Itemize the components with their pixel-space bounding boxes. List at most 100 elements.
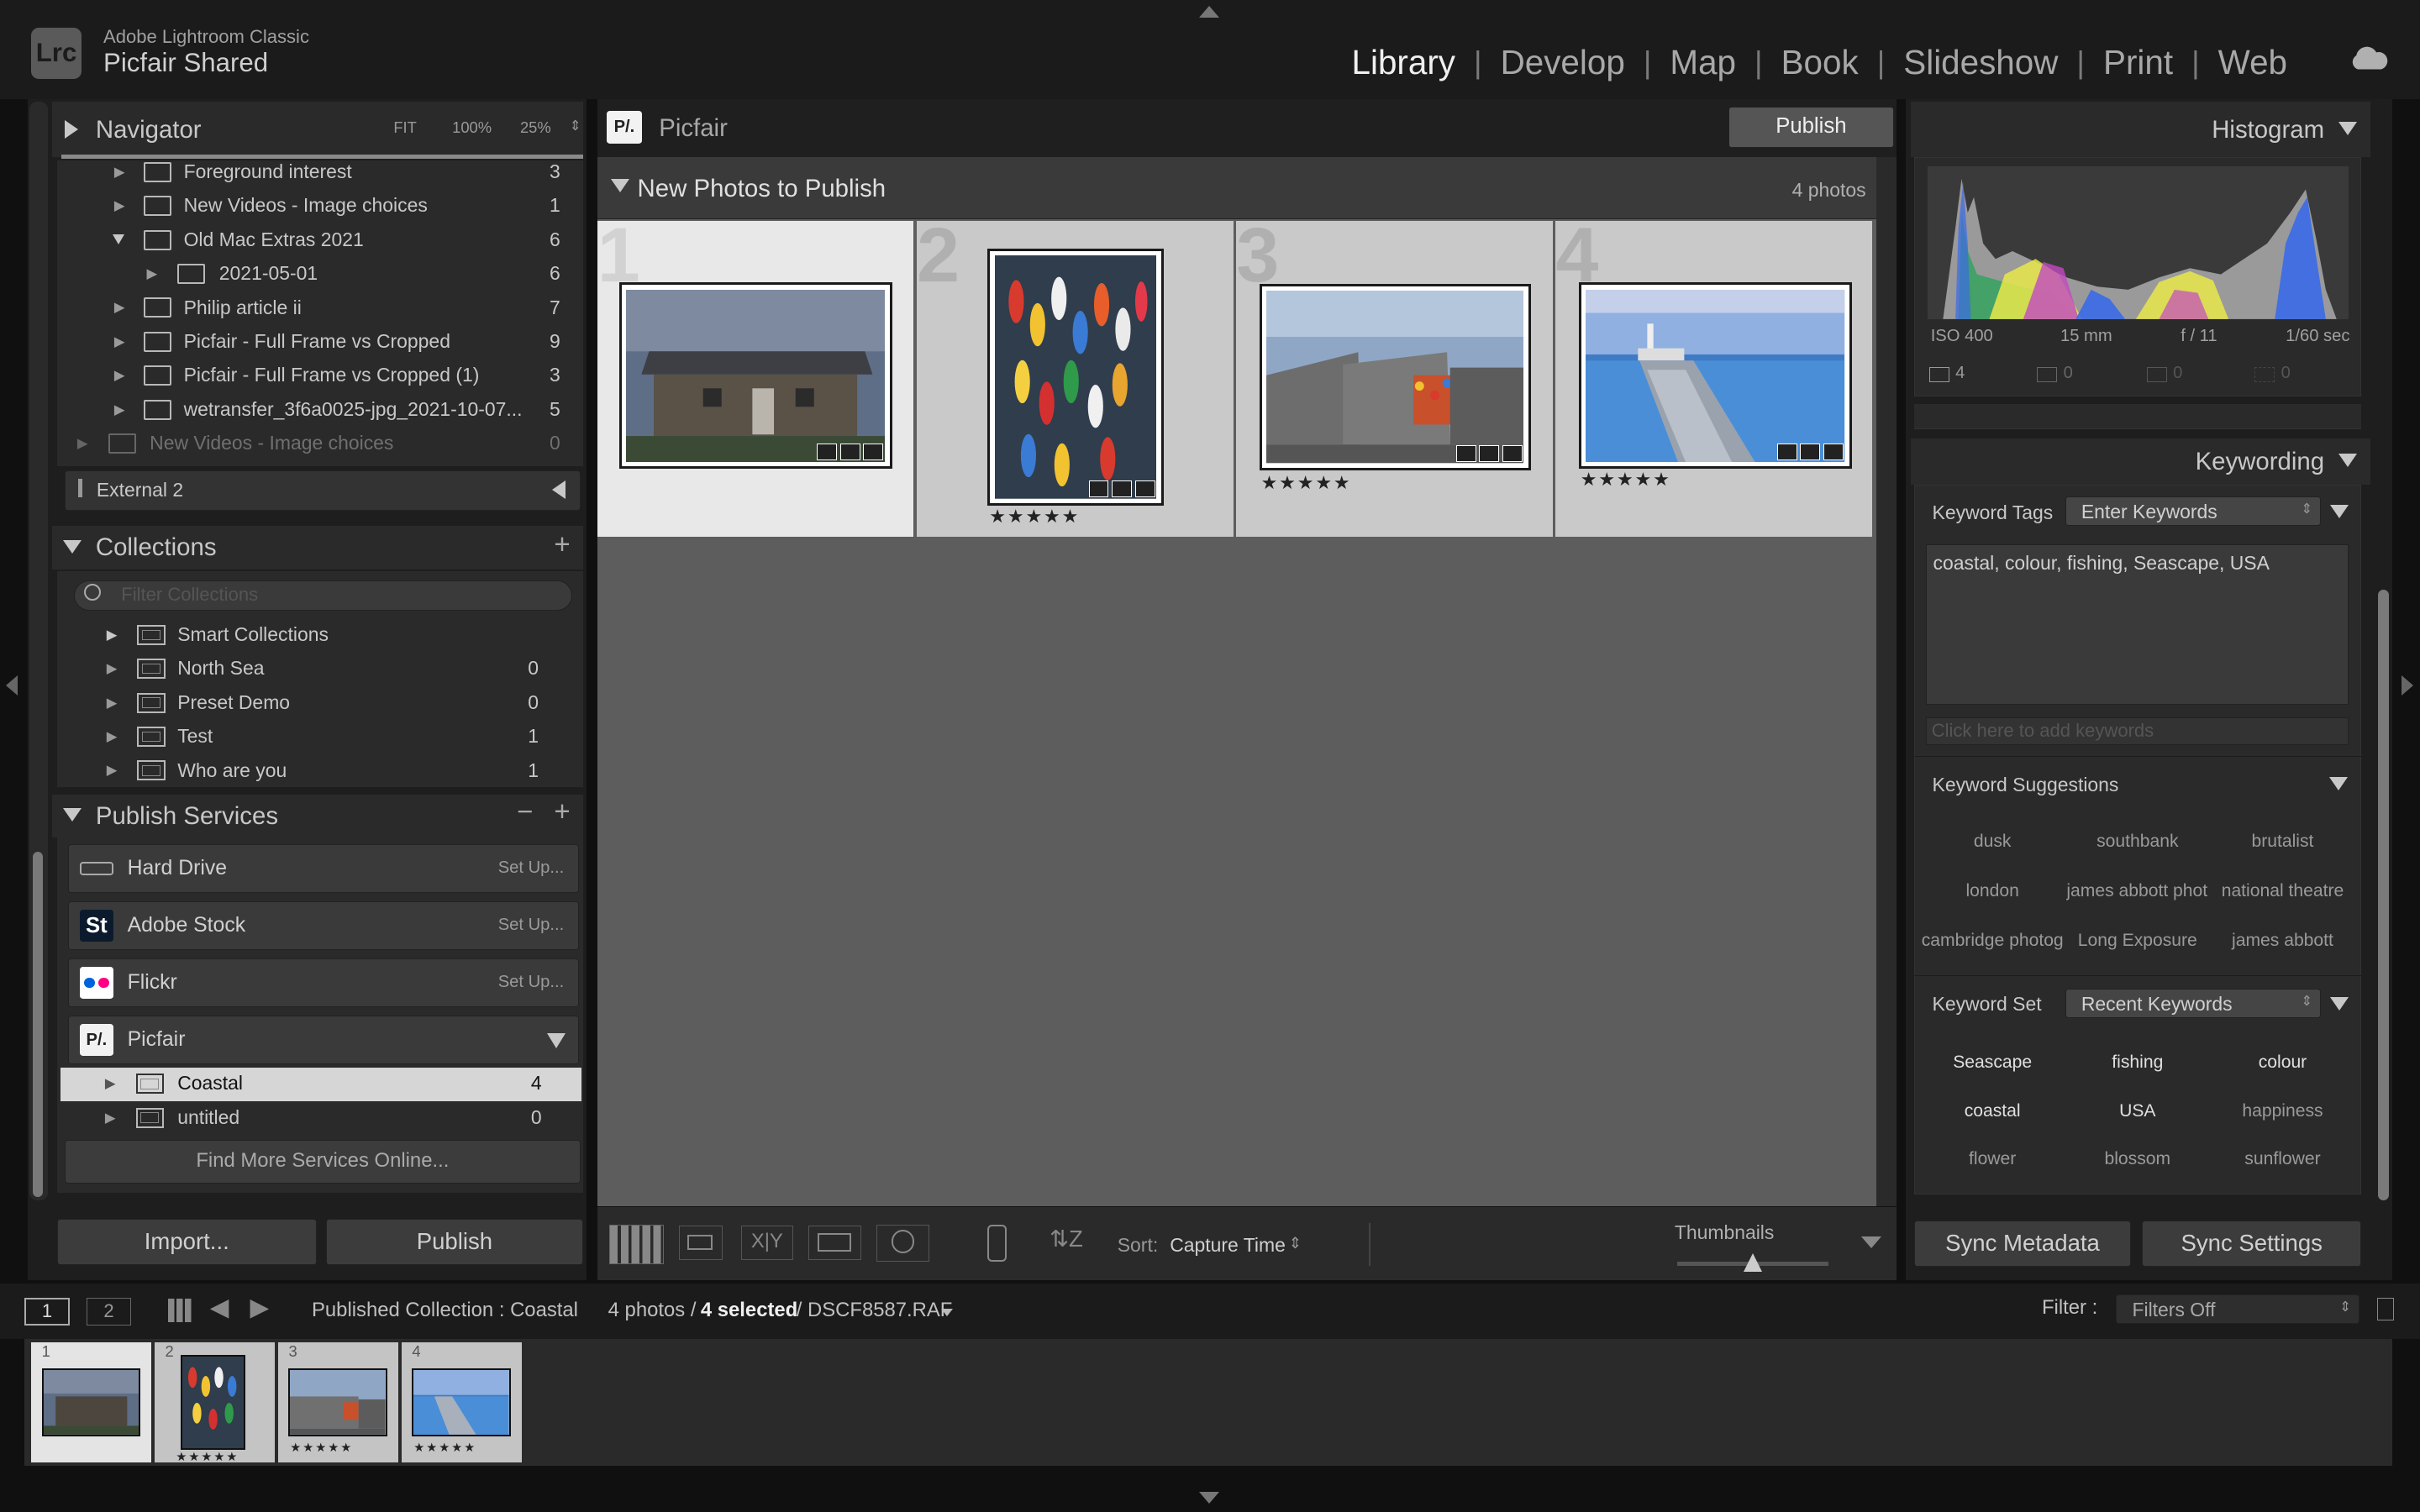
photo-thumbnail[interactable] <box>1578 282 1853 470</box>
sync-settings-button[interactable]: Sync Settings <box>2142 1220 2362 1267</box>
bottom-panel-toggle-icon[interactable] <box>1199 1492 1220 1504</box>
grid-cell[interactable]: 3 ★★★★★ <box>1236 213 1553 538</box>
filmstrip-cell[interactable]: 2 ★★★★★ <box>154 1341 275 1464</box>
folder-row[interactable]: ▶ Philip article ii 7 <box>57 291 581 325</box>
volume-collapse-icon[interactable] <box>552 480 566 500</box>
sync-metadata-button[interactable]: Sync Metadata <box>1913 1220 2132 1267</box>
module-library[interactable]: Library <box>1334 43 1475 82</box>
source-path[interactable]: Published Collection : Coastal <box>312 1299 578 1322</box>
keyword-set-item[interactable]: USA <box>2066 1101 2208 1121</box>
photo-thumbnail[interactable] <box>1259 283 1531 471</box>
service-adobe-stock[interactable]: St Adobe Stock Set Up... <box>67 900 579 951</box>
painter-spray-can-icon[interactable] <box>987 1224 1007 1262</box>
folder-row[interactable]: Old Mac Extras 2021 6 <box>57 223 581 257</box>
sort-dropdown-arrows-icon[interactable]: ⇕ <box>1289 1234 1302 1252</box>
keyword-set-item[interactable]: colour <box>2212 1053 2354 1073</box>
star-rating[interactable]: ★★★★★ <box>989 506 1080 528</box>
current-file[interactable]: / DSCF8587.RAF <box>797 1299 953 1322</box>
compare-view-icon[interactable]: X|Y <box>740 1226 794 1260</box>
folder-row[interactable]: ▶ wetransfer_3f6a0025-jpg_2021-10-07... 5 <box>57 393 581 427</box>
add-service-icon[interactable]: + <box>554 796 570 828</box>
zoom-fit[interactable]: FIT <box>393 118 417 137</box>
zoom-25[interactable]: 25% <box>520 118 551 137</box>
top-panel-toggle-icon[interactable] <box>1199 6 1220 18</box>
import-button[interactable]: Import... <box>56 1218 317 1266</box>
grid-scrollbar[interactable] <box>1876 157 1897 1207</box>
keyword-set-item[interactable]: happiness <box>2212 1101 2354 1121</box>
collection-row[interactable]: ▶ Smart Collections <box>57 619 581 653</box>
main-window-button[interactable]: 1 <box>24 1297 70 1326</box>
keyword-suggestion[interactable]: cambridge photog... <box>1922 931 2064 951</box>
survey-view-icon[interactable] <box>808 1226 861 1260</box>
keyword-suggestion[interactable]: southbank <box>2066 832 2208 852</box>
keyword-set-dropdown[interactable]: Recent Keywords ⇕ <box>2065 989 2322 1019</box>
add-collection-icon[interactable]: + <box>554 529 570 561</box>
module-slideshow[interactable]: Slideshow <box>1885 43 2076 82</box>
keyword-tags-menu-icon[interactable] <box>2330 504 2349 518</box>
remove-service-icon[interactable]: − <box>517 796 533 828</box>
keyword-suggestions-header[interactable]: Keyword Suggestions <box>1913 755 2362 811</box>
keywording-header[interactable]: Keywording <box>1910 438 2371 485</box>
keyword-set-item[interactable]: sunflower <box>2212 1149 2354 1169</box>
right-panel-toggle-icon[interactable] <box>2401 675 2413 696</box>
zoom-step-icon[interactable]: ⇕ <box>570 118 581 134</box>
collections-header[interactable]: Collections + <box>52 526 584 570</box>
picfair-menu-icon[interactable] <box>547 1032 566 1048</box>
keyword-set-item[interactable]: fishing <box>2066 1053 2208 1073</box>
module-web[interactable]: Web <box>2200 43 2306 82</box>
keyword-set-item[interactable]: blossom <box>2066 1149 2208 1169</box>
grid-view-icon[interactable] <box>609 1224 664 1265</box>
filter-dropdown[interactable]: Filters Off ⇕ <box>2116 1294 2360 1324</box>
star-rating[interactable]: ★★★★★ <box>1581 469 1671 491</box>
left-scroll-thumb[interactable] <box>32 851 44 1198</box>
published-collection-coastal[interactable]: ▶ Coastal 4 <box>60 1067 582 1102</box>
toolbar-menu-icon[interactable] <box>1861 1236 1882 1248</box>
keyword-set-item[interactable]: Seascape <box>1922 1053 2064 1073</box>
setup-link[interactable]: Set Up... <box>498 973 565 992</box>
left-publish-button[interactable]: Publish <box>325 1218 584 1266</box>
header-publish-button[interactable]: Publish <box>1728 106 1894 149</box>
filmstrip-cell[interactable]: 3 ★★★★★ <box>277 1341 398 1463</box>
find-more-services-button[interactable]: Find More Services Online... <box>65 1140 581 1184</box>
folder-row[interactable]: ▶ Foreground interest 3 <box>57 160 581 190</box>
keyword-tags-mode-dropdown[interactable]: Enter Keywords ⇕ <box>2065 496 2322 527</box>
keyword-suggestion[interactable]: brutalist <box>2212 832 2354 852</box>
photo-thumbnail[interactable] <box>987 248 1164 507</box>
module-develop[interactable]: Develop <box>1482 43 1644 82</box>
keyword-suggestion[interactable]: Long Exposure <box>2066 931 2208 951</box>
folder-row[interactable]: ▶ 2021-05-01 6 <box>57 258 581 291</box>
keyword-set-item[interactable]: coastal <box>1922 1101 2064 1121</box>
people-view-icon[interactable] <box>876 1224 929 1262</box>
keyword-tags-textarea[interactable]: coastal, colour, fishing, Seascape, USA <box>1926 544 2349 706</box>
grid-cell[interactable]: 4 ★★★★★ <box>1555 213 1872 538</box>
keyword-suggestion[interactable]: national theatre <box>2212 881 2354 901</box>
grid-cell[interactable]: 2 ★★★★★ <box>916 213 1234 538</box>
forward-arrow-icon[interactable]: ▶ <box>250 1293 270 1322</box>
secondary-window-button[interactable]: 2 <box>86 1297 132 1326</box>
service-hard-drive[interactable]: Hard Drive Set Up... <box>67 843 579 894</box>
sort-direction-icon[interactable]: ⇅Z <box>1050 1226 1083 1252</box>
keyword-suggestion[interactable]: dusk <box>1922 832 2064 852</box>
folder-row[interactable]: ▶ New Videos - Image choices 1 <box>57 190 581 223</box>
histogram-header[interactable]: Histogram <box>1910 102 2371 158</box>
star-rating[interactable]: ★★★★★ <box>1261 472 1352 494</box>
add-keywords-input[interactable]: Click here to add keywords <box>1926 717 2349 746</box>
keyword-suggestion[interactable]: james abbott <box>2212 931 2354 951</box>
keyword-set-menu-icon[interactable] <box>2330 996 2349 1011</box>
published-collection-untitled[interactable]: ▶ untitled 0 <box>60 1101 582 1135</box>
keyword-suggestion[interactable]: london <box>1922 881 2064 901</box>
file-menu-icon[interactable] <box>941 1308 954 1316</box>
navigator-header[interactable]: Navigator FIT 100% 25% ⇕ <box>52 102 584 158</box>
loupe-view-icon[interactable] <box>679 1226 723 1260</box>
folder-row[interactable]: ▶ Picfair - Full Frame vs Cropped (1) 3 <box>57 360 581 393</box>
publish-services-header[interactable]: Publish Services − + <box>52 794 584 838</box>
filmstrip-cell[interactable]: 1 <box>30 1341 151 1463</box>
grid-toggle-icon[interactable] <box>168 1299 192 1323</box>
volume-header[interactable]: External 2 <box>65 470 581 511</box>
setup-link[interactable]: Set Up... <box>498 858 565 878</box>
cloud-icon[interactable] <box>2349 46 2389 71</box>
filter-lock-icon[interactable] <box>2376 1297 2394 1321</box>
service-picfair[interactable]: P/. Picfair <box>67 1015 579 1065</box>
collection-row[interactable]: ▶ North Sea 0 <box>57 653 581 686</box>
filmstrip-cell[interactable]: 4 ★★★★★ <box>401 1341 522 1463</box>
